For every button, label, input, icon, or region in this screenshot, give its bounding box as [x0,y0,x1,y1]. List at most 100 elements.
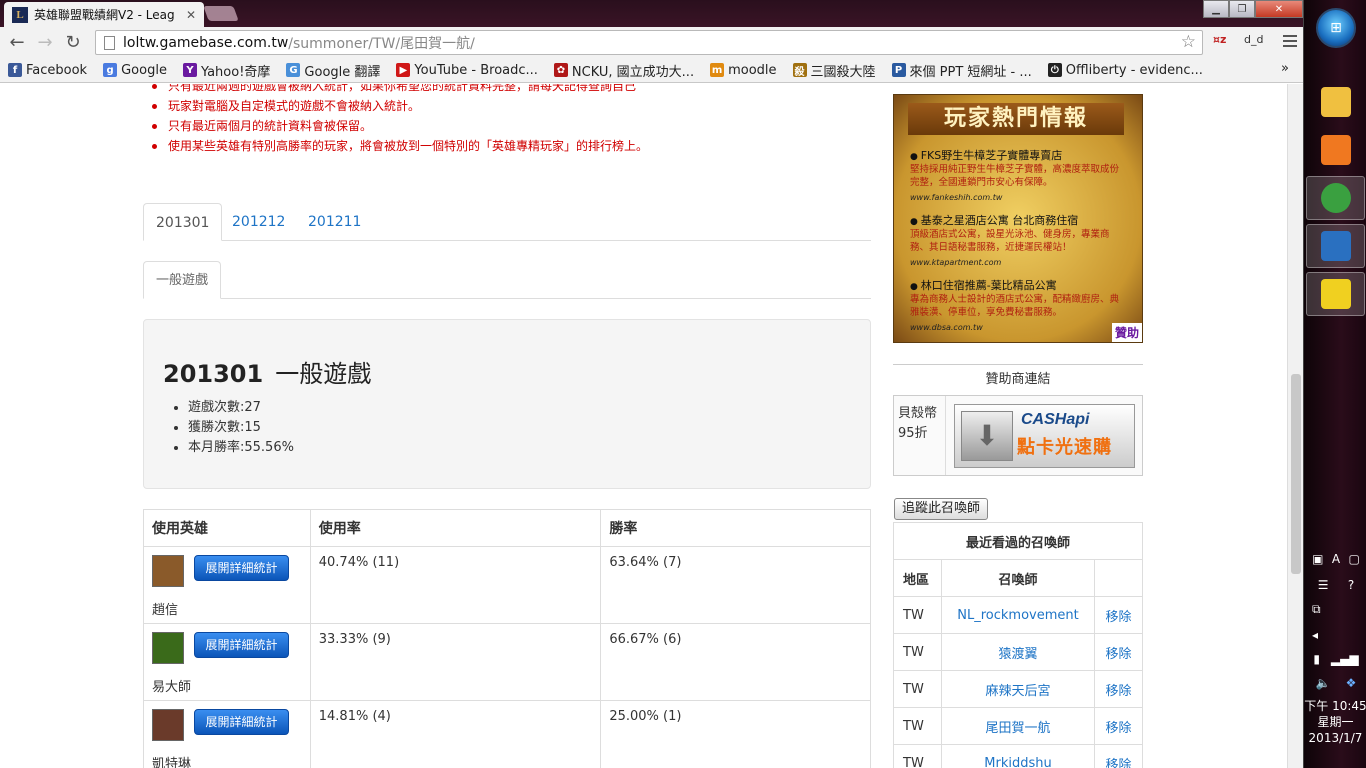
tab-normal-game[interactable]: 一般遊戲 [143,261,222,299]
tab-201211[interactable]: 201211 [296,203,373,241]
cash-ad-text: 貝殼幣95折 [898,406,938,441]
tab-close-icon[interactable]: ✕ [186,8,196,22]
tray-arrow-icon[interactable]: ◂ [1312,628,1318,642]
cash-slogan: 點卡光速購 [1017,437,1112,458]
table-row: TW 尾田賀一航 移除 [893,707,1143,745]
extension-icon[interactable]: ¤z [1213,33,1226,46]
cash-ad[interactable]: 貝殼幣95折 ⬇ CASHapi 點卡光速購 [893,395,1143,476]
ad-banner[interactable]: 玩家熱門情報 FKS野生牛樟芝子實體專賣店 堅持採用純正野生牛樟芝子實體，高濃度… [893,94,1143,343]
tray-window-icon[interactable]: ▢ [1348,552,1359,566]
bookmark-item[interactable]: Y Yahoo!奇摩 [182,61,270,80]
col-region: 地區 [893,559,942,597]
winrate-cell: 63.64% (7) [600,546,871,624]
tray-list-icon[interactable]: ☰ [1318,578,1329,592]
ad-item[interactable]: 林口住宿推薦-葉比精品公寓 專為商務人士設計的酒店式公寓，配精緻廚房、典雅裝潢、… [910,277,1126,334]
ad-item[interactable]: FKS野生牛樟芝子實體專賣店 堅持採用純正野生牛樟芝子實體，高濃度萃取成份完整，… [910,147,1126,204]
bookmark-item[interactable]: ✿ NCKU, 國立成功大... [553,61,694,80]
col-action [1094,559,1143,597]
clock-date: 2013/1/7 [1308,731,1363,745]
page-scrollbar[interactable] [1287,84,1303,768]
bookmark-item[interactable]: f Facebook [8,63,87,78]
summoner-link[interactable]: NL_rockmovement [941,596,1095,634]
app-yellow-icon [1320,279,1351,309]
scrollbar-thumb[interactable] [1291,374,1301,574]
volume-icon[interactable]: 🔈 [1316,676,1331,690]
summoner-link[interactable]: Mrkiddshu [941,744,1095,768]
champion-avatar [152,709,184,741]
tray-row: ⧉ [1308,602,1364,617]
maximize-button[interactable]: ❐ [1229,0,1255,18]
extension-label[interactable]: d_d [1244,33,1263,46]
tab-201301[interactable]: 201301 [143,203,223,241]
tray-expand-icon[interactable]: ⧉ [1312,602,1321,617]
bookmark-item[interactable]: ⏻ Offliberty - evidenc... [1047,63,1203,78]
region-cell: TW [893,670,942,708]
region-cell: TW [893,633,942,671]
col-usage: 使用率 [309,509,602,547]
remove-link[interactable]: 移除 [1094,744,1143,768]
expand-details-button[interactable]: 展開詳細統計 [194,632,289,658]
remove-link[interactable]: 移除 [1094,633,1143,671]
remove-link[interactable]: 移除 [1094,596,1143,634]
summoner-link[interactable]: 猿渡翼 [941,633,1095,671]
ad-item[interactable]: 基泰之星酒店公寓 台北商務住宿 頂級酒店式公寓，設星光泳池、健身房，專業商務、其… [910,212,1126,269]
new-tab-button[interactable] [203,6,239,21]
expand-details-button[interactable]: 展開詳細統計 [194,709,289,735]
network-signal-icon[interactable]: ▂▄▆ [1331,652,1359,666]
bookmark-item[interactable]: g Google [103,63,167,78]
summoner-link[interactable]: 麻辣天后宮 [941,670,1095,708]
bookmark-label: YouTube - Broadc... [414,62,538,78]
taskbar-app-yellow-button[interactable] [1306,272,1365,316]
taskbar-clock[interactable]: 下午 10:45 星期一 2013/1/7 [1304,698,1366,746]
tray-app-icon[interactable]: ▣ [1312,552,1323,566]
minimize-button[interactable]: ▁ [1203,0,1229,18]
power-icon[interactable]: ▮ [1313,652,1320,666]
back-arrow-icon[interactable]: ← [3,32,31,53]
tray-row: ▣ A ▢ [1308,552,1364,566]
ad-item-desc: 堅持採用純正野生牛樟芝子實體，高濃度萃取成份完整，全國連鎖門市安心有保障。 [910,164,1120,188]
taskbar-skype-like-button[interactable] [1306,224,1365,268]
col-summoner: 召喚師 [941,559,1095,597]
close-window-button[interactable]: ✕ [1255,0,1303,18]
bookmark-item[interactable]: P 來個 PPT 短網址 - ... [891,61,1032,80]
winrate-cell: 25.00% (1) [600,700,871,768]
reload-icon[interactable]: ↻ [59,32,87,53]
follow-summoner-button[interactable]: 追蹤此召喚師 [894,498,989,520]
champion-cell: 展開詳細統計 趙信 [143,546,311,624]
lol-favicon-icon: L [12,6,28,23]
start-button[interactable]: ⊞ [1316,8,1356,48]
bookmarks-overflow-icon[interactable]: » [1281,61,1289,76]
note-item: 使用某些英雄有特別高勝率的玩家，將會被放到一個特別的「英雄專精玩家」的排行榜上。 [150,136,648,156]
address-bar[interactable]: loltw.gamebase.com.tw/summoner/TW/尾田賀一航/… [95,30,1203,55]
expand-details-button[interactable]: 展開詳細統計 [194,555,289,581]
bookmark-star-icon[interactable]: ☆ [1181,32,1196,52]
url-host: loltw.gamebase.com.tw [123,34,289,51]
remove-link[interactable]: 移除 [1094,670,1143,708]
note-item: 只有最近兩週的遊戲會被納入統計，如果你希望您的統計資料完整，請每天記得查詢自己 [150,84,648,96]
champion-name: 凱特琳 [152,757,192,768]
table-row: 展開詳細統計 凱特琳 14.81% (4) 25.00% (1) [143,700,871,768]
bookmark-item[interactable]: G Google 翻譯 [286,61,380,80]
bookmark-item[interactable]: m moodle [710,63,777,78]
bookmark-favicon-icon: Y [182,63,197,77]
cash-banner[interactable]: ⬇ CASHapi 點卡光速購 [954,404,1135,468]
forward-arrow-icon[interactable]: → [31,32,59,53]
ad-title: 玩家熱門情報 [908,103,1124,135]
month-summary: 201301 一般遊戲 遊戲次數:27 獲勝次數:15 本月勝率:55.56% [143,319,871,489]
ad-item-url: www.fankeshih.com.tw [910,193,1003,202]
bookmark-favicon-icon: f [8,63,22,77]
remove-link[interactable]: 移除 [1094,707,1143,745]
taskbar-chrome-button[interactable] [1306,176,1365,220]
bookmark-item[interactable]: ▶ YouTube - Broadc... [396,63,538,78]
tab-201212[interactable]: 201212 [220,203,297,241]
chrome-menu-icon[interactable] [1283,32,1297,50]
summary-title: 201301 一般遊戲 [163,354,371,389]
dropbox-icon[interactable]: ❖ [1346,676,1357,690]
tray-help-icon[interactable]: ? [1348,578,1354,592]
taskbar-media-player-button[interactable] [1306,128,1365,172]
bookmark-item[interactable]: 殺三國殺大陸 [792,61,876,80]
summoner-link[interactable]: 尾田賀一航 [941,707,1095,745]
taskbar-file-explorer-button[interactable] [1306,80,1365,124]
tray-font-icon[interactable]: A [1332,552,1340,566]
browser-tab-active[interactable]: L 英雄聯盟戰績網V2 - Leag ✕ [4,2,204,27]
